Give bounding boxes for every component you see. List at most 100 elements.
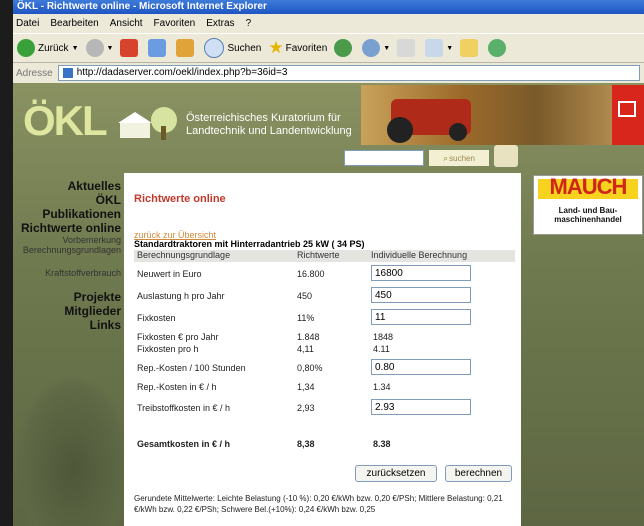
banner-wheel — [449, 123, 467, 141]
toolbar: Zurück ▼ ▼ Suchen ★ Favoriten ▼ ▼ — [13, 33, 644, 63]
folder-icon — [460, 39, 479, 57]
folder-button[interactable] — [460, 39, 481, 57]
nav-item-kraftstoffverbrauch[interactable]: Kraftstoffverbrauch — [13, 268, 121, 278]
page-icon — [62, 68, 73, 78]
forward-button[interactable]: ▼ — [85, 39, 113, 57]
refresh-icon — [148, 39, 167, 57]
nav-item-links[interactable]: Links — [13, 318, 121, 332]
back-button[interactable]: Zurück ▼ — [17, 39, 79, 57]
media-button[interactable] — [334, 39, 355, 57]
calculate-button[interactable]: berechnen — [445, 465, 512, 482]
stop-button[interactable] — [120, 39, 141, 57]
magnifier-icon — [204, 38, 225, 58]
nav-item-vorbemerkung[interactable]: Vorbemerkung — [13, 235, 121, 245]
column-header: Berechnungsgrundlage — [137, 250, 231, 260]
menu-help[interactable]: ? — [246, 18, 252, 29]
site-search-input[interactable] — [344, 150, 424, 166]
org-name: Österreichisches Kuratorium für Landtech… — [186, 112, 352, 138]
ad-tagline-line1: Land- und Bau- — [558, 206, 618, 215]
favorites-button[interactable]: ★ Favoriten — [268, 38, 327, 58]
ad-tagline-line2: maschinenhandel — [554, 215, 622, 224]
neuwert-input[interactable] — [371, 265, 471, 281]
table-row: Rep.-Kosten in € / h 1,34 1.34 — [134, 378, 515, 396]
row-label: Neuwert in Euro — [137, 269, 202, 279]
row-label: Rep.-Kosten / 100 Stunden — [137, 363, 246, 373]
fuel-price-note: Gerundete Mittelwerte: Leichte Belastung… — [134, 494, 503, 514]
table-row: Fixkosten 11% — [134, 309, 515, 327]
row-value: 1,34 — [297, 382, 315, 392]
mail-icon — [397, 39, 416, 57]
page-content: ÖKL Österreichisches Kuratorium für Land… — [13, 83, 644, 526]
row-value: 16.800 — [297, 269, 325, 279]
treibstoff-input[interactable] — [371, 399, 471, 415]
mail-button[interactable] — [397, 39, 418, 57]
chevron-down-icon: ▼ — [446, 44, 454, 52]
home-icon — [176, 39, 195, 57]
header-banner-image — [361, 85, 612, 145]
forward-arrow-icon — [85, 39, 104, 57]
mauch-ad[interactable]: MAUCH Land- und Bau- maschinenhandel — [533, 174, 643, 235]
total-row: Gesamtkosten in € / h 8,38 8.38 — [134, 435, 515, 453]
table-heading: Standardtraktoren mit Hinterradantrieb 2… — [134, 239, 365, 249]
address-url: http://dadaserver.com/oekl/index.php?b=3… — [76, 67, 288, 78]
address-input[interactable]: http://dadaserver.com/oekl/index.php?b=3… — [57, 65, 640, 81]
sidebar-nav: Aktuelles ÖKL Publikationen Richtwerte o… — [13, 179, 121, 332]
history-icon — [362, 39, 381, 57]
messenger-button[interactable] — [488, 39, 509, 57]
row-value: 4,11 — [297, 344, 314, 354]
edit-icon — [425, 39, 444, 57]
site-search-button[interactable]: ⌕ suchen — [429, 150, 489, 166]
org-name-line1: Österreichisches Kuratorium für — [186, 112, 341, 124]
browser-window: ÖKL - Richtwerte online - Microsoft Inte… — [13, 0, 644, 526]
flag-icon — [612, 85, 644, 145]
refresh-button[interactable] — [148, 39, 169, 57]
rep-kosten-input[interactable] — [371, 359, 471, 375]
table-row: Fixkosten pro h 4,11 4.11 — [134, 340, 515, 358]
edit-button[interactable]: ▼ — [425, 39, 453, 57]
farm-tree-icon — [118, 107, 177, 140]
table-header: Berechnungsgrundlage Richtwerte Individu… — [134, 250, 515, 262]
address-bar: Adresse http://dadaserver.com/oekl/index… — [13, 63, 644, 84]
table-row: Treibstoffkosten in € / h 2,93 — [134, 399, 515, 417]
row-value: 8,38 — [297, 439, 315, 449]
chevron-down-icon: ▼ — [71, 44, 79, 52]
search-button[interactable]: Suchen — [204, 38, 261, 58]
magnifier-icon: ⌕ — [443, 152, 449, 163]
nav-item-berechnungsgrundlagen[interactable]: Berechnungsgrundlagen — [13, 245, 121, 255]
menu-datei[interactable]: Datei — [16, 18, 39, 29]
banner-wheel — [387, 117, 413, 143]
auslastung-input[interactable] — [371, 287, 471, 303]
menu-ansicht[interactable]: Ansicht — [110, 18, 143, 29]
column-header: Richtwerte — [297, 250, 340, 260]
nav-item-oekl[interactable]: ÖKL — [13, 193, 121, 207]
menu-extras[interactable]: Extras — [206, 18, 234, 29]
tree-logo-icon — [494, 145, 518, 167]
star-icon: ★ — [268, 38, 284, 57]
nav-item-richtwerte[interactable]: Richtwerte online — [13, 221, 121, 235]
menu-bearbeiten[interactable]: Bearbeiten — [50, 18, 98, 29]
site-logo[interactable]: ÖKL — [23, 97, 108, 145]
fixkosten-input[interactable] — [371, 309, 471, 325]
nav-item-projekte[interactable]: Projekte — [13, 290, 121, 304]
background-tractor-image — [13, 373, 133, 526]
main-panel: Richtwerte online zurück zur Übersicht S… — [124, 173, 521, 526]
row-calculated: 8.38 — [373, 439, 391, 449]
media-icon — [334, 39, 353, 57]
stop-icon — [120, 39, 139, 57]
desktop-edge — [0, 0, 13, 526]
column-header: Individuelle Berechnung — [371, 250, 468, 260]
home-button[interactable] — [176, 39, 197, 57]
row-label: Fixkosten pro h — [137, 344, 199, 354]
page-title: Richtwerte online — [134, 193, 226, 205]
messenger-icon — [488, 39, 507, 57]
table-row: Auslastung h pro Jahr 450 — [134, 287, 515, 305]
window-title: ÖKL - Richtwerte online - Microsoft Inte… — [13, 0, 644, 14]
reset-button[interactable]: zurücksetzen — [355, 465, 437, 482]
history-button[interactable]: ▼ — [362, 39, 390, 57]
nav-item-aktuelles[interactable]: Aktuelles — [13, 179, 121, 193]
ad-brand: MAUCH — [549, 174, 628, 199]
nav-item-mitglieder[interactable]: Mitglieder — [13, 304, 121, 318]
menu-favoriten[interactable]: Favoriten — [154, 18, 196, 29]
nav-item-publikationen[interactable]: Publikationen — [13, 207, 121, 221]
table-row: Rep.-Kosten / 100 Stunden 0,80% — [134, 359, 515, 377]
